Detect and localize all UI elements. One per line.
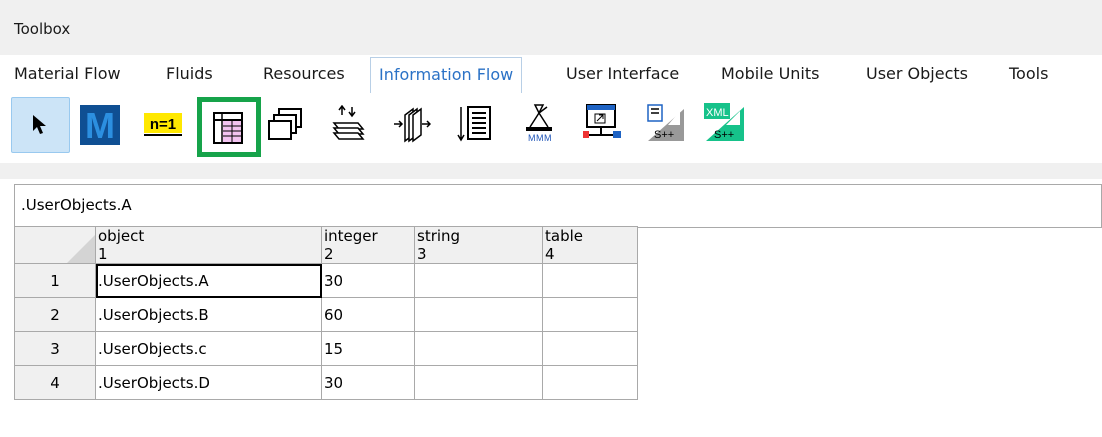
tab-fluids[interactable]: Fluids	[166, 64, 213, 83]
corner-triangle-icon	[67, 235, 95, 263]
table-cell[interactable]	[542, 365, 638, 400]
svg-text:XML: XML	[706, 107, 729, 119]
table-cell[interactable]: .UserObjects.c	[95, 331, 322, 366]
card-file-tool-button[interactable]	[393, 105, 431, 143]
tab-user-objects[interactable]: User Objects	[866, 64, 968, 83]
table-file-tool-button[interactable]	[197, 97, 261, 157]
table-row: 1 .UserObjects.A 30	[14, 263, 638, 298]
table-cell[interactable]: .UserObjects.A	[95, 263, 322, 298]
column-header-string[interactable]: string 3	[414, 226, 543, 264]
row-header[interactable]: 2	[14, 297, 96, 332]
tool-icon-bar: M n=1 M M M S++ XML S++	[0, 93, 1102, 163]
xml-interface-icon: XML S++	[704, 103, 744, 141]
tab-mobile-units[interactable]: Mobile Units	[721, 64, 819, 83]
svg-text:M: M	[85, 105, 115, 145]
row-header[interactable]: 1	[14, 263, 96, 298]
column-header-integer[interactable]: integer 2	[321, 226, 415, 264]
table-cell[interactable]	[542, 263, 638, 298]
generator-icon: M M M	[526, 104, 552, 143]
table-cell[interactable]: 15	[321, 331, 415, 366]
table-cell[interactable]: 60	[321, 297, 415, 332]
row-header[interactable]: 4	[14, 365, 96, 400]
xml-interface-tool-button[interactable]: XML S++	[702, 101, 744, 141]
table-row: 3 .UserObjects.c 15	[14, 331, 638, 366]
table-cell[interactable]	[414, 331, 543, 366]
generator-tool-button[interactable]: M M M	[520, 103, 554, 143]
tab-material-flow[interactable]: Material Flow	[14, 64, 121, 83]
svg-text:S++: S++	[714, 129, 734, 141]
svg-text:M: M	[544, 133, 552, 143]
trigger-icon	[457, 106, 491, 142]
interface-tool-button[interactable]	[583, 103, 621, 138]
table-corner[interactable]	[14, 226, 96, 264]
object-path-bar[interactable]: .UserObjects.A	[14, 184, 1102, 228]
svg-text:S++: S++	[654, 129, 674, 141]
tab-information-flow[interactable]: Information Flow	[370, 57, 523, 93]
tab-resources[interactable]: Resources	[263, 64, 345, 83]
svg-text:M: M	[536, 133, 544, 143]
table-cell[interactable]: .UserObjects.B	[95, 297, 322, 332]
column-header-object[interactable]: object 1	[95, 226, 322, 264]
method-icon: M	[80, 105, 120, 145]
table-row: 2 .UserObjects.B 60	[14, 297, 638, 332]
pointer-tool-button[interactable]	[11, 97, 70, 153]
queue-file-icon	[332, 105, 365, 140]
socket-tool-button[interactable]: S++	[644, 103, 684, 141]
table-cell[interactable]: 30	[321, 365, 415, 400]
socket-icon: S++	[647, 104, 684, 141]
variable-icon: n=1	[144, 113, 182, 136]
toolbox-title: Toolbox	[14, 20, 71, 38]
tab-user-interface[interactable]: User Interface	[566, 64, 679, 83]
tab-strip: Material Flow Fluids Resources Informati…	[0, 55, 1102, 93]
toolbox-header: Toolbox	[0, 0, 1102, 55]
table-cell[interactable]	[414, 297, 543, 332]
table-cell[interactable]	[542, 297, 638, 332]
method-tool-button[interactable]: M	[80, 105, 120, 145]
table-row: 4 .UserObjects.D 30	[14, 365, 638, 400]
table-cell[interactable]: 30	[321, 263, 415, 298]
table-cell[interactable]: .UserObjects.D	[95, 365, 322, 400]
stack-icon	[268, 108, 302, 140]
card-file-icon	[394, 107, 431, 143]
variable-tool-button[interactable]: n=1	[142, 109, 182, 143]
pointer-icon	[33, 115, 46, 134]
column-header-table[interactable]: table 4	[542, 226, 638, 264]
data-table: object 1 integer 2 string 3 table 4 1 .U…	[14, 226, 638, 400]
panel-divider	[0, 163, 1102, 179]
trigger-tool-button[interactable]	[456, 105, 491, 142]
table-cell[interactable]	[542, 331, 638, 366]
svg-text:M: M	[528, 133, 536, 143]
table-file-icon	[213, 112, 243, 144]
interface-icon	[583, 104, 621, 138]
queue-file-tool-button[interactable]	[330, 105, 365, 140]
object-path: .UserObjects.A	[21, 196, 132, 214]
tab-tools[interactable]: Tools	[1009, 64, 1048, 83]
table-file-panel: .UserObjects.A object 1 integer 2 string…	[14, 184, 1102, 437]
table-cell[interactable]	[414, 365, 543, 400]
table-cell[interactable]	[414, 263, 543, 298]
svg-text:n=1: n=1	[150, 116, 176, 133]
stack-tool-button[interactable]	[268, 107, 302, 141]
row-header[interactable]: 3	[14, 331, 96, 366]
